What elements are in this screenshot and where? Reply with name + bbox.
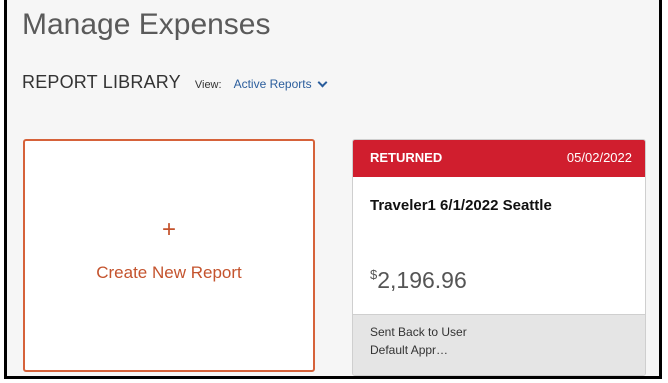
chevron-down-icon <box>317 77 328 87</box>
plus-icon: + <box>161 216 176 243</box>
report-card[interactable]: RETURNED 05/02/2022 Traveler1 6/1/2022 S… <box>352 139 646 376</box>
report-name: Traveler1 6/1/2022 Seattle <box>370 197 552 214</box>
report-status-detail: Sent Back to User <box>370 325 467 339</box>
page-title: Manage Expenses <box>22 8 271 41</box>
report-amount: $2,196.96 <box>370 267 467 294</box>
report-date: 05/02/2022 <box>566 150 632 165</box>
create-new-report-label: Create New Report <box>96 263 242 282</box>
view-dropdown[interactable]: Active Reports <box>233 77 328 91</box>
report-status-bar: RETURNED 05/02/2022 <box>353 140 645 177</box>
app-frame: Manage Expenses REPORT LIBRARY View: Act… <box>4 0 662 379</box>
status-badge: RETURNED <box>370 150 443 165</box>
report-library-bar: REPORT LIBRARY View: Active Reports <box>22 72 328 98</box>
report-library-title: REPORT LIBRARY <box>22 72 181 92</box>
report-footer: Sent Back to User Default Appr… <box>353 314 645 375</box>
view-label: View: <box>194 79 222 91</box>
create-new-report-card[interactable]: + Create New Report <box>23 139 315 372</box>
report-approver: Default Appr… <box>370 343 449 357</box>
amount-value: 2,196.96 <box>377 267 467 293</box>
view-dropdown-value: Active Reports <box>233 77 312 91</box>
